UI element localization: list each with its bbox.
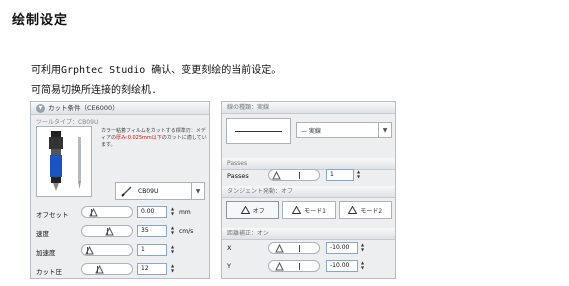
cut-conditions-header[interactable]: ▼ カット条件（CE6000） [31,102,209,115]
field-unit: mm [179,209,191,216]
field-input[interactable]: 0.00 [137,206,167,218]
triangle-icon [348,206,358,214]
field-input[interactable]: 12 [137,263,167,275]
x-label: X [227,244,232,252]
collapse-icon[interactable]: ▼ [36,103,45,113]
line-type-section-header: 線の種類：実線 [222,102,395,114]
line-settings-panel: 線の種類：実線 — 実線 ▼ Passes Passes 1 ▲ ▼ タンジェント… [221,101,396,279]
page-title: 绘制设定 [12,13,69,28]
tangent-mode-label: モード2 [360,207,383,215]
tangent-mode-button[interactable]: モード2 [338,201,392,219]
tool-type-label: ツールタイプ：CB09U [36,119,99,126]
field-default-marker [106,228,108,235]
field-default-marker [90,209,92,216]
field-input[interactable]: 1 [137,244,167,256]
tangent-mode-button[interactable]: オフ [226,201,280,219]
y-slider[interactable] [268,260,320,272]
tangent-mode-button[interactable]: モード1 [282,201,336,219]
triangle-icon [292,206,302,214]
slider-thumb-icon[interactable] [275,244,284,253]
field-slider[interactable] [81,206,133,218]
tool-description: カラー粘着フィルムをカットする標準刃：メディアの厚み:0.025mm以下のカット… [101,128,207,148]
solid-line-sample [235,131,282,132]
field-stepper[interactable]: ▲ ▼ [170,263,175,275]
field-stepper[interactable]: ▲ ▼ [170,244,175,256]
line-preview [226,118,291,144]
chevron-down-icon[interactable]: ▼ [378,123,391,137]
intro-paragraph-2: 可简易切换所连接的刻绘机. [31,85,158,96]
distance-section-header: 距離補正：オン [222,228,395,240]
tangent-mode-group: オフ モード1 モード2 [226,201,392,219]
x-stepper[interactable]: ▲ ▼ [360,242,365,254]
field-label: カット圧 [36,268,62,276]
x-input[interactable]: -10.00 [326,242,358,254]
field-slider[interactable] [81,225,133,237]
thickness-note: 厚み:0.025mm以下 [116,135,162,141]
tool-select[interactable]: CB09U ▼ [115,182,205,200]
passes-input[interactable]: 1 [326,169,354,181]
field-label: 加速度 [36,249,56,257]
cut-conditions-panel: ▼ カット条件（CE6000） ツールタイプ：CB09U カラー粘着フィルムをカ… [30,101,210,279]
blade-icon [121,186,132,197]
slider-thumb-icon[interactable] [275,262,284,271]
blade-image [36,126,92,197]
field-stepper[interactable]: ▲ ▼ [170,206,175,218]
field-input[interactable]: 35 [137,225,167,237]
field-label: 速度 [36,230,49,238]
tool-select-value: CB09U [138,187,159,195]
slider-thumb-icon[interactable] [271,171,281,180]
line-type-select[interactable]: — 実線 ▼ [296,122,392,138]
blade-holder-icon [49,131,81,191]
passes-label: Passes [227,172,249,180]
field-slider[interactable] [81,263,133,275]
y-stepper[interactable]: ▲ ▼ [360,260,365,272]
triangle-icon [240,206,250,214]
y-label: Y [227,262,231,270]
y-default-marker [299,263,300,270]
x-slider[interactable] [268,242,320,254]
intro-paragraph: 可利用Grphtec Studio 确认、变更刻绘的当前设定。 [31,65,282,76]
field-slider[interactable] [81,244,133,256]
passes-default-marker [299,172,300,179]
field-default-marker [97,266,99,273]
field-stepper[interactable]: ▲ ▼ [170,225,175,237]
field-label: オフセット [36,211,69,219]
line-type-value: — 実線 [301,127,321,135]
y-input[interactable]: -10.00 [326,260,358,272]
chevron-down-icon[interactable]: ▼ [191,183,204,199]
tangent-section-header: タンジェント発動：オフ [222,186,395,198]
passes-slider[interactable] [268,169,320,181]
field-default-marker [86,247,88,254]
x-default-marker [299,245,300,252]
tangent-mode-label: モード1 [304,207,326,215]
passes-stepper[interactable]: ▲ ▼ [356,169,361,181]
field-unit: cm/s [179,228,194,235]
cut-conditions-title: カット条件（CE6000） [48,104,119,112]
tangent-mode-label: オフ [252,207,265,215]
